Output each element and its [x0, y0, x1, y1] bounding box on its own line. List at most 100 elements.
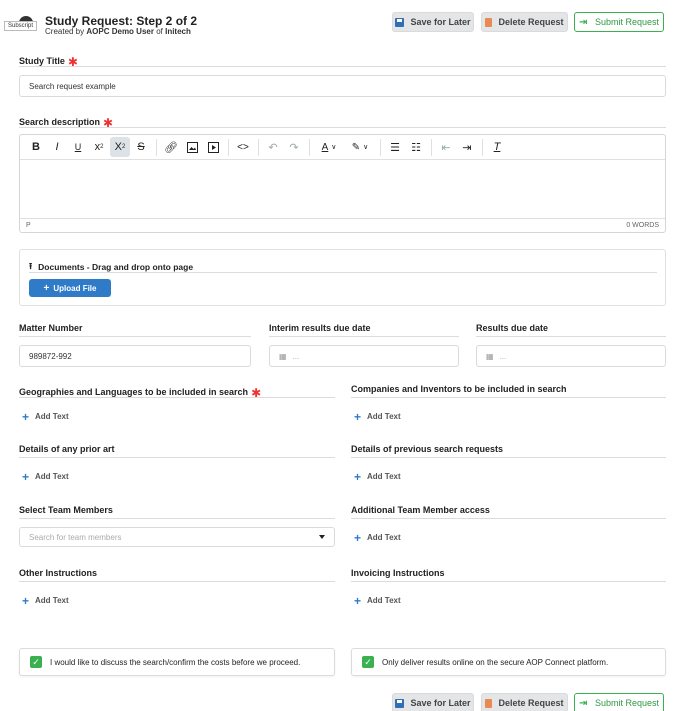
- toolbar-divider: [309, 138, 310, 156]
- other-instructions-add-text[interactable]: + Add Text: [22, 593, 69, 608]
- save-for-later-button-bottom[interactable]: Save for Later: [392, 693, 474, 711]
- plus-icon: +: [354, 409, 362, 424]
- plus-icon: +: [22, 469, 30, 484]
- created-by: Created by AOPC Demo User of Initech: [45, 27, 191, 36]
- caret-down-icon: [319, 535, 325, 539]
- redo-icon[interactable]: ↷: [284, 137, 304, 157]
- divider: [351, 457, 666, 458]
- text-color-icon[interactable]: A ∨: [314, 137, 344, 157]
- subscript-tooltip: Subscript: [4, 21, 38, 31]
- divider: [19, 518, 335, 519]
- plus-icon: +: [354, 593, 362, 608]
- delete-request-button[interactable]: Delete Request: [481, 12, 568, 32]
- divider: [351, 518, 666, 519]
- interim-date-input[interactable]: ▦ ...: [269, 345, 459, 367]
- outdent-icon[interactable]: ⇤: [436, 137, 456, 157]
- trash-icon: [485, 17, 493, 27]
- link-icon[interactable]: 🔗︎: [161, 137, 181, 157]
- plus-icon: +: [354, 469, 362, 484]
- subscript-icon[interactable]: X2: [110, 137, 130, 157]
- invoicing-add-text[interactable]: + Add Text: [354, 593, 401, 608]
- documents-panel[interactable]: ⭱ Documents - Drag and drop onto page + …: [19, 249, 666, 306]
- toolbar-divider: [228, 138, 229, 156]
- additional-access-add-text[interactable]: + Add Text: [354, 530, 401, 545]
- submit-request-button[interactable]: ⇥ Submit Request: [574, 12, 664, 32]
- divider: [19, 127, 666, 128]
- italic-icon[interactable]: I: [47, 137, 67, 157]
- plus-icon: +: [22, 593, 30, 608]
- divider: [351, 581, 666, 582]
- calendar-icon: ▦: [279, 351, 287, 361]
- search-description-label: Search description ✱: [19, 116, 114, 130]
- save-icon: [395, 698, 405, 708]
- superscript-icon[interactable]: x2: [89, 137, 109, 157]
- indent-icon[interactable]: ⇥: [457, 137, 477, 157]
- plus-icon: +: [43, 282, 50, 294]
- clear-format-icon[interactable]: T: [487, 137, 507, 157]
- team-members-label: Select Team Members: [19, 505, 113, 515]
- checkmark-icon: ✓: [30, 656, 42, 668]
- upload-file-button[interactable]: + Upload File: [29, 279, 111, 297]
- geographies-label: Geographies and Languages to be included…: [19, 386, 262, 400]
- other-instructions-label: Other Instructions: [19, 568, 98, 578]
- toolbar-divider: [482, 138, 483, 156]
- header: Subscript Study Request: Step 2 of 2 Cre…: [4, 14, 349, 40]
- toolbar-divider: [258, 138, 259, 156]
- word-count: 0 WORDS: [626, 222, 659, 229]
- save-for-later-button[interactable]: Save for Later: [392, 12, 474, 32]
- bullet-list-icon[interactable]: ☰: [385, 137, 405, 157]
- divider: [476, 336, 666, 337]
- divider: [269, 336, 459, 337]
- companies-label: Companies and Inventors to be included i…: [351, 384, 567, 394]
- plus-icon: +: [22, 409, 30, 424]
- plus-icon: +: [354, 530, 362, 545]
- matter-number-label: Matter Number: [19, 323, 83, 333]
- divider: [19, 66, 666, 67]
- divider: [19, 457, 335, 458]
- highlight-color-icon[interactable]: ✎ ∨: [345, 137, 375, 157]
- calendar-icon: ▦: [486, 351, 494, 361]
- divider: [19, 397, 335, 398]
- geographies-add-text[interactable]: + Add Text: [22, 409, 69, 424]
- image-icon[interactable]: [182, 137, 202, 157]
- strikethrough-icon[interactable]: S: [131, 137, 151, 157]
- divider: [19, 581, 335, 582]
- invoicing-label: Invoicing Instructions: [351, 568, 445, 578]
- submit-icon: ⇥: [578, 697, 588, 709]
- toolbar-divider: [156, 138, 157, 156]
- page-title: Study Request: Step 2 of 2: [45, 14, 198, 28]
- description-editor[interactable]: B I U x2 X2 S 🔗︎ <> ↶ ↷ A ∨ ✎ ∨ ☰ ☷ ⇤ ⇥ T …: [19, 134, 666, 233]
- video-icon[interactable]: [203, 137, 223, 157]
- study-title-label: Study Title ✱: [19, 55, 78, 69]
- underline-icon[interactable]: U: [68, 137, 88, 157]
- team-members-select[interactable]: Search for team members: [19, 527, 335, 547]
- divider: [29, 272, 657, 273]
- delete-request-button-bottom[interactable]: Delete Request: [481, 693, 568, 711]
- previous-requests-label: Details of previous search requests: [351, 444, 504, 454]
- results-date-input[interactable]: ▦ ...: [476, 345, 666, 367]
- discuss-costs-checkbox[interactable]: ✓ I would like to discuss the search/con…: [19, 648, 335, 676]
- code-icon[interactable]: <>: [233, 137, 253, 157]
- additional-access-label: Additional Team Member access: [351, 505, 490, 515]
- companies-add-text[interactable]: + Add Text: [354, 409, 401, 424]
- bold-icon[interactable]: B: [26, 137, 46, 157]
- prior-art-label: Details of any prior art: [19, 444, 115, 454]
- online-delivery-checkbox[interactable]: ✓ Only deliver results online on the sec…: [351, 648, 666, 676]
- submit-icon: ⇥: [578, 16, 588, 28]
- numbered-list-icon[interactable]: ☷: [406, 137, 426, 157]
- toolbar-divider: [431, 138, 432, 156]
- matter-number-input[interactable]: 989872-992: [19, 345, 251, 367]
- prior-art-add-text[interactable]: + Add Text: [22, 469, 69, 484]
- divider: [351, 397, 666, 398]
- checkmark-icon: ✓: [362, 656, 374, 668]
- results-due-label: Results due date: [476, 323, 549, 333]
- previous-requests-add-text[interactable]: + Add Text: [354, 469, 401, 484]
- editor-statusbar: P 0 WORDS: [20, 218, 665, 232]
- element-path: P: [26, 222, 31, 229]
- undo-icon[interactable]: ↶: [263, 137, 283, 157]
- trash-icon: [485, 698, 493, 708]
- interim-results-label: Interim results due date: [269, 323, 371, 333]
- submit-request-button-bottom[interactable]: ⇥ Submit Request: [574, 693, 664, 711]
- save-icon: [395, 17, 405, 27]
- study-title-input[interactable]: Search request example: [19, 75, 666, 97]
